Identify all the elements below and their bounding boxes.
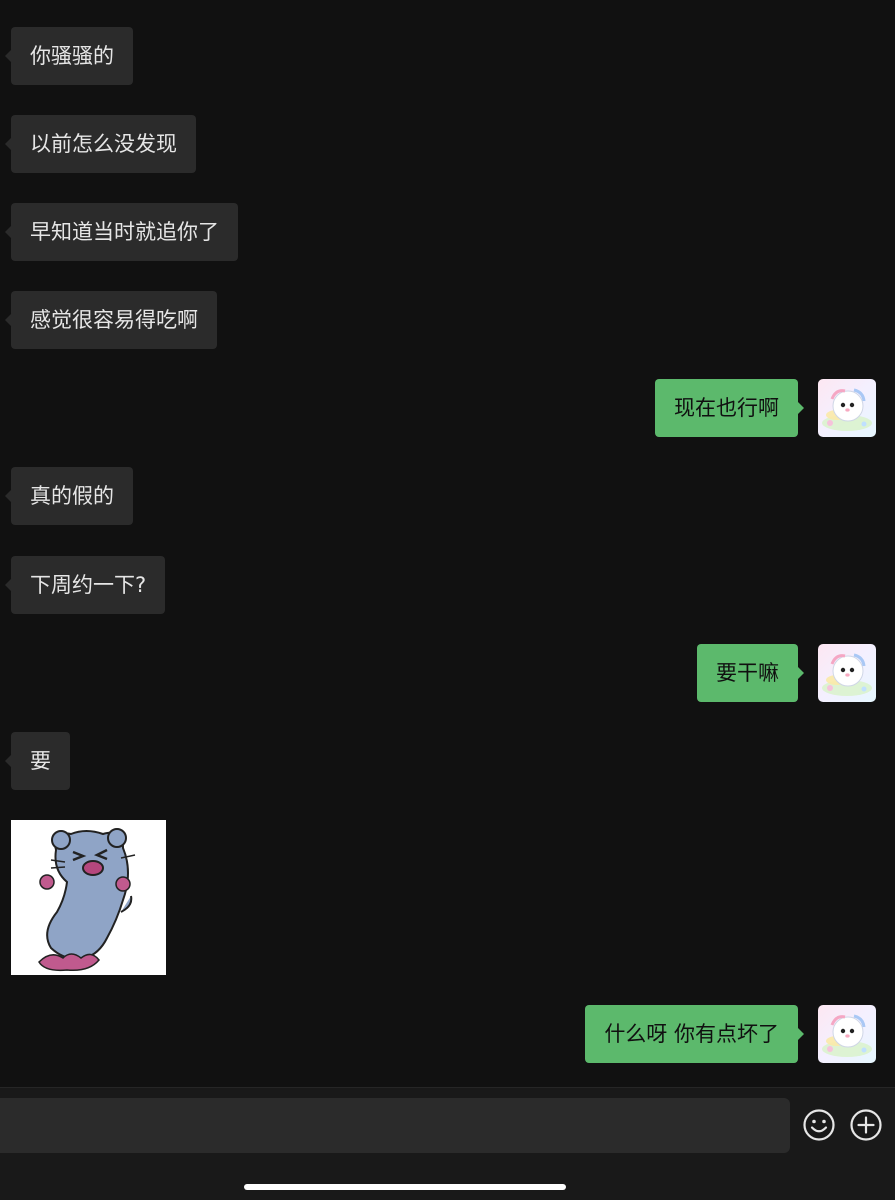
cartoon-avatar-icon [822, 653, 872, 696]
incoming-message-bubble[interactable]: 早知道当时就追你了 [5, 203, 238, 261]
home-indicator[interactable] [244, 1184, 566, 1190]
plus-button[interactable] [849, 1108, 883, 1142]
outgoing-message-bubble[interactable]: 现在也行啊 [655, 379, 804, 437]
outgoing-message-bubble[interactable]: 要干嘛 [697, 644, 804, 702]
incoming-message-bubble[interactable]: 要 [5, 732, 70, 790]
chat-screen: 你骚骚的 以前怎么没发现 早知道当时就追你了 感觉很容易得吃啊 现在也行啊 真的… [0, 0, 895, 1200]
incoming-message-bubble[interactable]: 以前怎么没发现 [5, 115, 196, 173]
emoji-button[interactable] [802, 1108, 836, 1142]
message-input[interactable] [0, 1098, 790, 1153]
blue-hamster-sticker-icon [11, 820, 166, 975]
avatar[interactable] [818, 1005, 876, 1063]
incoming-message-bubble[interactable]: 感觉很容易得吃啊 [5, 291, 217, 349]
smiley-face-icon [803, 1109, 835, 1141]
avatar[interactable] [818, 379, 876, 437]
cartoon-avatar-icon [822, 1014, 872, 1057]
incoming-message-bubble[interactable]: 你骚骚的 [5, 27, 133, 85]
incoming-message-bubble[interactable]: 真的假的 [5, 467, 133, 525]
cartoon-avatar-icon [822, 388, 872, 431]
outgoing-message-bubble[interactable]: 什么呀 你有点坏了 [585, 1005, 804, 1063]
avatar[interactable] [818, 644, 876, 702]
hamster-sticker-image[interactable] [11, 820, 166, 975]
message-list[interactable]: 你骚骚的 以前怎么没发现 早知道当时就追你了 感觉很容易得吃啊 现在也行啊 真的… [0, 0, 895, 1088]
incoming-message-bubble[interactable]: 下周约一下? [4, 556, 166, 614]
plus-circle-icon [850, 1109, 882, 1141]
